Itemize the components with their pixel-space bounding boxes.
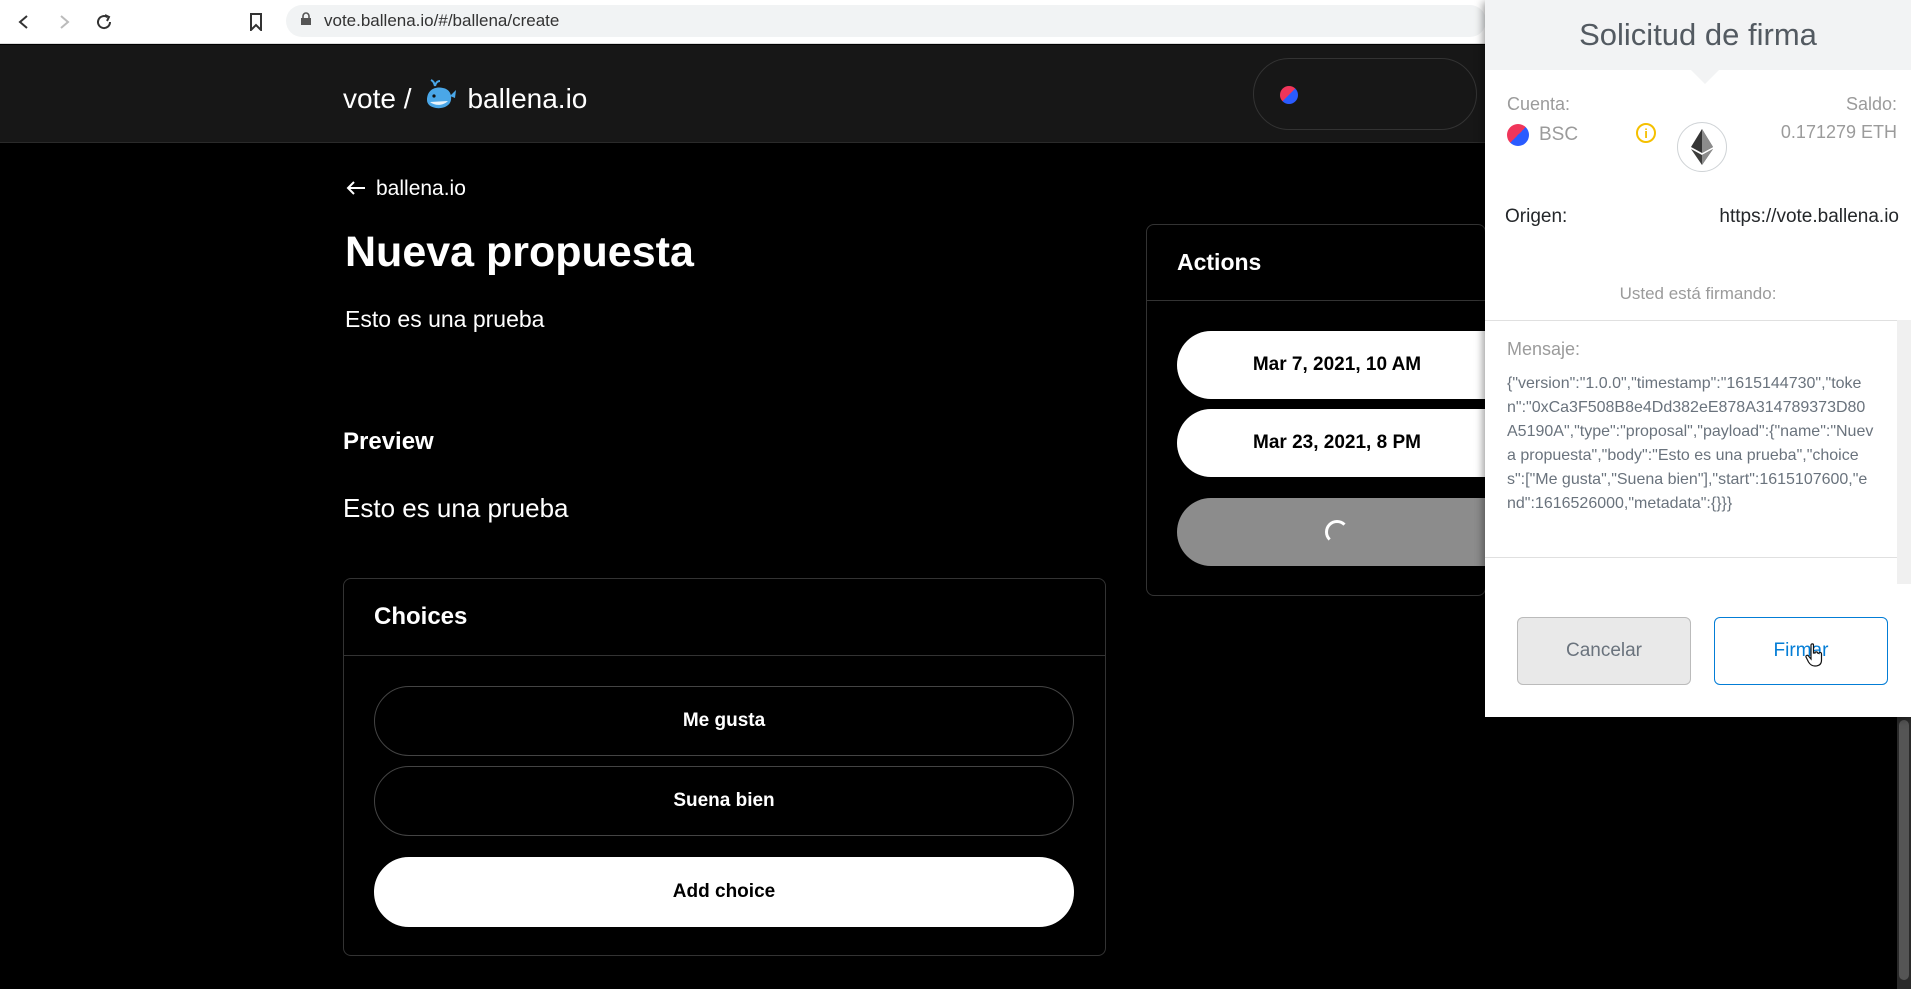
balance-label: Saldo: — [1845, 94, 1897, 114]
account-name: BSC — [1539, 124, 1579, 145]
url-text: vote.ballena.io/#/ballena/create — [324, 11, 560, 30]
network-avatar — [1507, 124, 1529, 146]
whale-icon — [421, 78, 457, 119]
lock-icon — [300, 11, 312, 31]
preview-heading: Preview — [343, 428, 434, 455]
add-choice-button[interactable]: Add choice — [374, 857, 1074, 927]
message-scrollbar[interactable] — [1897, 320, 1911, 584]
brand[interactable]: vote / ballena.io — [343, 78, 587, 119]
proposal-description[interactable]: Esto es una prueba — [345, 306, 544, 333]
account-label: Cuenta: — [1507, 94, 1571, 114]
loading-spinner-icon — [1325, 520, 1349, 544]
popup-title: Solicitud de firma — [1485, 0, 1911, 70]
message-label: Mensaje: — [1507, 339, 1581, 359]
brand-prefix: vote / — [343, 82, 412, 114]
back-link-label: ballena.io — [376, 177, 466, 200]
arrow-left-icon — [346, 177, 366, 201]
info-icon[interactable]: i — [1636, 123, 1656, 143]
origin-value: https://vote.ballena.io — [1719, 206, 1899, 227]
sign-button[interactable]: Firmar — [1714, 617, 1888, 685]
back-link[interactable]: ballena.io — [346, 177, 466, 201]
forward-icon[interactable] — [52, 10, 76, 34]
balance-value: 0.171279 ETH — [1780, 122, 1897, 142]
choices-panel: Choices Me gusta Suena bien Add choice — [343, 578, 1106, 956]
message-body: {"version":"1.0.0","timestamp":"16151447… — [1507, 375, 1874, 512]
hand-cursor-icon — [1805, 643, 1823, 672]
proposal-title[interactable]: Nueva propuesta — [345, 228, 694, 277]
cancel-button[interactable]: Cancelar — [1517, 617, 1691, 685]
signature-request-popup: Solicitud de firma Cuenta: BSC i Saldo: … — [1485, 0, 1911, 717]
choices-heading: Choices — [344, 579, 1105, 656]
account-button[interactable] — [1253, 58, 1477, 130]
ethereum-icon — [1677, 122, 1727, 172]
reload-icon[interactable] — [92, 10, 116, 34]
choice-input[interactable]: Suena bien — [374, 766, 1074, 836]
account-selector: BSC — [1507, 124, 1578, 146]
back-icon[interactable] — [12, 10, 36, 34]
address-bar[interactable]: vote.ballena.io/#/ballena/create — [286, 5, 1486, 37]
origin-label: Origen: — [1505, 206, 1568, 227]
brand-name: ballena.io — [467, 82, 588, 114]
choice-input[interactable]: Me gusta — [374, 686, 1074, 756]
page-scrollbar-thumb[interactable] — [1899, 720, 1909, 980]
actions-heading: Actions — [1147, 225, 1485, 301]
actions-panel: Actions Mar 7, 2021, 10 AM Mar 23, 2021,… — [1146, 224, 1486, 596]
start-date-button[interactable]: Mar 7, 2021, 10 AM — [1177, 331, 1485, 399]
popup-caret — [1691, 70, 1719, 84]
signing-note: Usted está firmando: — [1619, 284, 1777, 303]
bookmark-icon[interactable] — [244, 10, 268, 34]
publish-button[interactable] — [1177, 498, 1485, 566]
end-date-button[interactable]: Mar 23, 2021, 8 PM — [1177, 409, 1485, 477]
preview-text: Esto es una prueba — [343, 493, 569, 523]
message-box: Mensaje: {"version":"1.0.0","timestamp":… — [1485, 320, 1897, 558]
account-avatar — [1280, 86, 1298, 104]
